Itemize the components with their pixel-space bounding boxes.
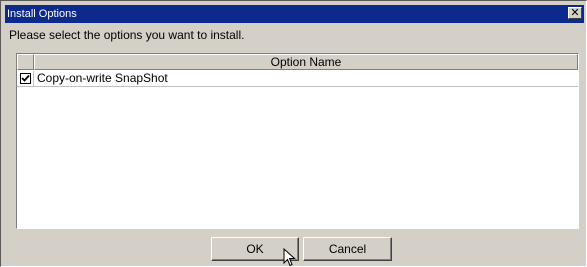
table-header: Option Name [17, 54, 578, 70]
options-table: Option Name Copy-on-write SnapShot [16, 53, 579, 229]
column-header-option-name[interactable]: Option Name [34, 54, 578, 70]
checkmark-icon [21, 74, 30, 82]
option-checkbox[interactable] [20, 73, 31, 84]
title-bar[interactable]: Install Options ✕ [5, 5, 584, 23]
close-button[interactable]: ✕ [568, 7, 582, 19]
table-row[interactable]: Copy-on-write SnapShot [17, 71, 578, 87]
option-name-cell: Copy-on-write SnapShot [37, 71, 168, 85]
column-header-check[interactable] [17, 54, 34, 70]
row-check-cell [17, 71, 34, 86]
window-title: Install Options [7, 8, 77, 20]
cancel-button[interactable]: Cancel [303, 237, 392, 261]
install-options-dialog: Install Options ✕ Please select the opti… [0, 0, 587, 267]
instruction-text: Please select the options you want to in… [9, 28, 245, 42]
close-icon: ✕ [570, 7, 580, 19]
mouse-pointer-icon [283, 248, 296, 266]
